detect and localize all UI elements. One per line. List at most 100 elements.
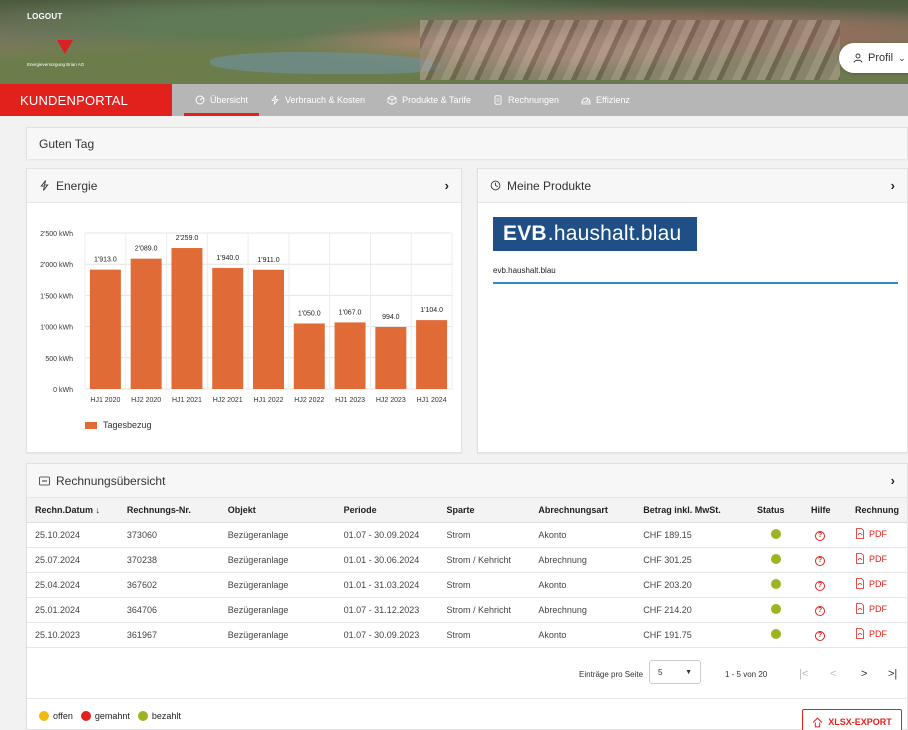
last-page-button[interactable]: >| [888, 668, 897, 680]
product-name[interactable]: evb.haushalt.blau [493, 266, 556, 275]
column-header-sparte[interactable]: Sparte [438, 498, 531, 523]
x-tick-label: HJ2 2023 [376, 397, 406, 404]
chart-bar [253, 269, 284, 389]
table-row[interactable]: 25.10.2023 361967 Bezügeranlage 01.07 - 30.… [27, 622, 907, 648]
table-row[interactable]: 25.04.2024 367602 Bezügeranlage 01.01 - 31.… [27, 572, 907, 598]
chevron-right-icon[interactable]: › [891, 473, 895, 488]
product-logo-prefix: EVB [503, 222, 547, 245]
table-header-row: Rechn.Datum ↓ Rechnungs-Nr. Objekt Perio… [27, 498, 907, 523]
chevron-right-icon[interactable]: › [891, 178, 895, 193]
xlsx-export-button[interactable]: XLSX-EXPORT [802, 709, 902, 730]
per-page-select[interactable]: 5 ▼ [649, 660, 701, 684]
invoice-period: 01.07 - 31.12.2023 [335, 597, 439, 623]
product-divider [493, 282, 898, 284]
invoice-amount: CHF 189.15 [635, 522, 750, 548]
efficiency-icon [581, 97, 591, 105]
pdf-link[interactable]: PDF [855, 528, 887, 539]
invoice-status [749, 597, 803, 623]
caret-down-icon: ▼ [685, 668, 692, 676]
tab-verbrauch-kosten[interactable]: Verbrauch & Kosten [259, 84, 376, 116]
table-row[interactable]: 25.10.2024 373060 Bezügeranlage 01.07 - 30.… [27, 522, 907, 548]
next-page-button[interactable]: > [861, 668, 867, 680]
column-header-period[interactable]: Periode [335, 498, 439, 523]
pdf-label: PDF [869, 603, 887, 614]
portal-brand[interactable]: KUNDENPORTAL [0, 84, 172, 116]
chart-bar [130, 258, 162, 389]
column-header-invoice[interactable]: Rechnung [847, 498, 907, 523]
header-banner: LOGOUT Energieversorgung Brian AG Profil… [0, 0, 908, 84]
help-icon[interactable]: ? [814, 630, 825, 641]
help-icon[interactable]: ? [814, 530, 825, 541]
help-icon[interactable]: ? [814, 555, 825, 566]
pdf-label: PDF [869, 553, 887, 564]
invoice-period: 01.01 - 31.03.2024 [335, 572, 439, 598]
profile-button[interactable]: Profil ⌄ [839, 43, 908, 73]
pdf-icon [856, 553, 864, 564]
logout-link[interactable]: LOGOUT [27, 12, 62, 21]
products-card-header[interactable]: Meine Produkte › [478, 169, 907, 203]
box-icon [387, 95, 397, 105]
status-open-dot [39, 711, 49, 721]
chart-legend[interactable]: Tagesbezug [85, 420, 152, 430]
table-row[interactable]: 25.01.2024 364706 Bezügeranlage 01.07 - 31.… [27, 597, 907, 623]
invoice-number: 367602 [118, 572, 220, 598]
tab-rechnungen[interactable]: Rechnungen [482, 84, 570, 116]
tab-label: Produkte & Tarife [402, 95, 471, 105]
status-paid-dot [771, 603, 782, 614]
pdf-link[interactable]: PDF [855, 553, 887, 564]
invoices-title: Rechnungsübersicht [56, 473, 166, 488]
invoice-sparte: Strom [438, 522, 531, 548]
per-page-label: Einträge pro Seite [579, 669, 644, 679]
x-tick-label: HJ2 2022 [294, 397, 324, 404]
first-page-button[interactable]: |< [799, 668, 808, 680]
legend-label: Tagesbezug [103, 420, 152, 430]
greeting-text: Guten Tag [39, 136, 95, 151]
tab-uebersicht[interactable]: Übersicht [184, 84, 260, 116]
table-row[interactable]: 25.07.2024 370238 Bezügeranlage 01.01 - 30.… [27, 547, 907, 573]
invoice-date: 25.07.2024 [27, 547, 119, 573]
main-navigation: KUNDENPORTAL Übersicht Verbrauch & Koste… [0, 84, 908, 116]
help-icon[interactable]: ? [814, 605, 825, 616]
prev-page-button[interactable]: < [830, 668, 836, 680]
y-tick-label: 0 kWh [53, 387, 73, 394]
energy-card-header[interactable]: Energie › [27, 169, 461, 203]
column-header-amount[interactable]: Betrag inkl. MwSt. [635, 498, 750, 523]
xlsx-export-label: XLSX-EXPORT [828, 717, 892, 727]
tab-effizienz[interactable]: Effizienz [570, 84, 641, 116]
bar-value-label: 1'104.0 [420, 307, 443, 314]
export-icon [812, 716, 823, 727]
column-header-status[interactable]: Status [749, 498, 803, 523]
column-header-object[interactable]: Objekt [219, 498, 336, 523]
invoices-card-header[interactable]: Rechnungsübersicht › [27, 464, 907, 498]
invoice-object: Bezügeranlage [219, 622, 336, 648]
chart-bar [171, 248, 203, 389]
tab-label: Effizienz [596, 95, 630, 105]
invoice-amount: CHF 191.75 [635, 622, 750, 648]
bolt-icon [40, 180, 49, 191]
invoice-status [749, 622, 803, 648]
bar-value-label: 1'067.0 [339, 309, 362, 316]
pdf-link[interactable]: PDF [855, 578, 887, 589]
pdf-link[interactable]: PDF [855, 628, 887, 639]
chevron-right-icon[interactable]: › [445, 178, 449, 193]
pdf-link[interactable]: PDF [855, 603, 887, 614]
y-tick-label: 1'500 kWh [40, 293, 73, 300]
bar-value-label: 2'089.0 [135, 246, 158, 253]
x-tick-label: HJ2 2021 [213, 397, 243, 404]
company-logo[interactable]: Energieversorgung Brian AG [27, 38, 84, 72]
invoice-period: 01.07 - 30.09.2024 [335, 522, 439, 548]
tab-produkte-tarife[interactable]: Produkte & Tarife [376, 84, 482, 116]
column-header-nr[interactable]: Rechnungs-Nr. [118, 498, 220, 523]
banner-roofs [420, 20, 840, 80]
column-header-date[interactable]: Rechn.Datum ↓ [27, 498, 119, 523]
status-legend: offen gemahnt bezahlt [39, 711, 181, 721]
invoice-type: Abrechnung [530, 597, 636, 623]
per-page-value: 5 [658, 667, 663, 677]
invoice-date: 25.04.2024 [27, 572, 119, 598]
column-header-type[interactable]: Abrechnungsart [530, 498, 636, 523]
invoice-status [749, 547, 803, 573]
help-icon[interactable]: ? [814, 580, 825, 591]
pagination: Einträge pro Seite 5 ▼ 1 - 5 von 20 |< <… [27, 660, 907, 688]
column-header-help[interactable]: Hilfe [802, 498, 847, 523]
chart-bar [416, 320, 448, 389]
